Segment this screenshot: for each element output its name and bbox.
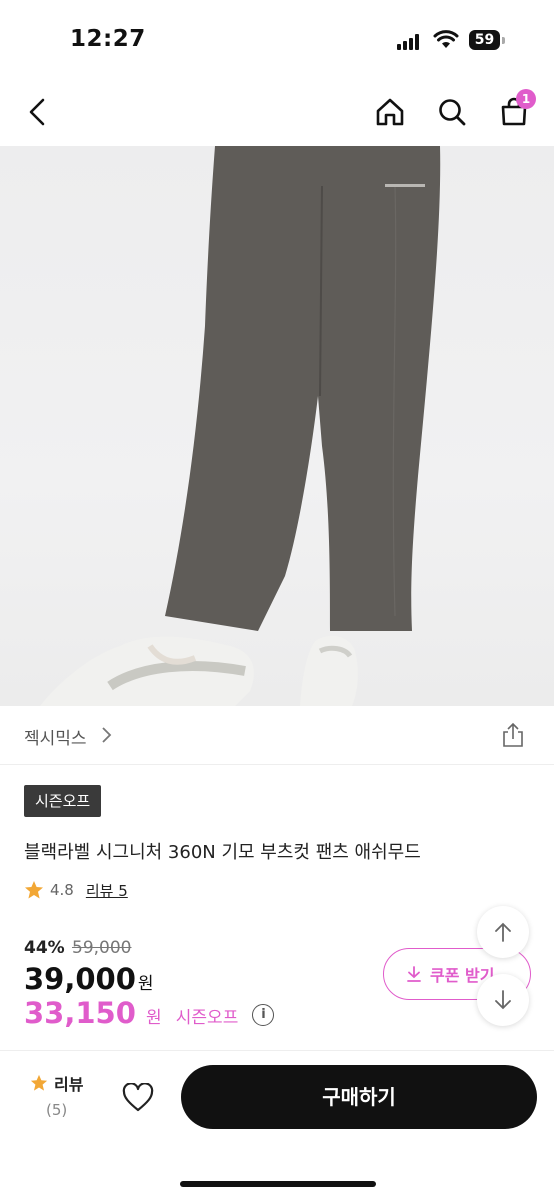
info-icon[interactable]: i (252, 1004, 275, 1026)
cellular-signal-icon (397, 34, 423, 50)
chevron-left-icon (29, 98, 45, 126)
cart-button[interactable]: 1 (494, 89, 536, 132)
sale-price-unit: 원 (146, 1008, 162, 1028)
download-icon (407, 966, 421, 982)
brand-row[interactable]: 젝시믹스 (0, 706, 554, 765)
price-unit: 원 (137, 974, 154, 994)
brand-name[interactable]: 젝시믹스 (24, 724, 87, 749)
status-bar: 12:27 59 (0, 0, 554, 80)
original-price: 59,000 (72, 938, 132, 958)
share-icon[interactable] (500, 722, 526, 748)
scroll-up-button[interactable] (477, 906, 529, 958)
star-icon (30, 1074, 48, 1091)
top-nav: 1 (0, 80, 554, 146)
heart-icon[interactable] (122, 1083, 154, 1113)
wifi-icon (433, 30, 459, 48)
price: 39,000 원 (24, 962, 154, 996)
cart-count-badge: 1 (516, 89, 536, 109)
product-title: 블랙라벨 시그니처 360N 기모 부츠컷 팬츠 애쉬무드 (24, 842, 421, 863)
product-image[interactable] (0, 146, 554, 706)
scroll-down-button[interactable] (477, 974, 529, 1026)
star-icon (25, 881, 43, 899)
review-summary-label: 리뷰 (54, 1075, 84, 1094)
sale-price: 33,150 원 시즌오프 i (24, 996, 275, 1030)
bottom-action-bar: 리뷰 (5) 구매하기 (0, 1050, 554, 1201)
arrow-down-icon (495, 990, 511, 1010)
battery-level: 59 (469, 30, 500, 50)
search-icon (439, 99, 466, 126)
rating-score: 4.8 (50, 881, 74, 899)
chevron-right-icon (102, 727, 112, 743)
product-photo (40, 146, 441, 706)
sale-label: 시즌오프 (175, 1008, 239, 1028)
status-time: 12:27 (70, 26, 146, 52)
rating-row: 4.8 리뷰 5 (24, 878, 128, 902)
search-button[interactable] (432, 92, 472, 132)
buy-button[interactable]: 구매하기 (181, 1065, 537, 1129)
home-indicator (180, 1181, 376, 1187)
price-value: 39,000 (24, 962, 136, 996)
arrow-up-icon (495, 922, 511, 942)
review-summary[interactable]: 리뷰 (30, 1071, 83, 1095)
back-button[interactable] (18, 92, 58, 132)
battery-icon: 59 (469, 30, 505, 52)
home-button[interactable] (370, 92, 410, 132)
season-off-badge: 시즌오프 (24, 785, 102, 817)
sale-price-value: 33,150 (24, 996, 136, 1030)
review-count: (5) (46, 1101, 68, 1119)
discount-rate: 44% (24, 938, 65, 958)
home-icon (376, 98, 404, 126)
review-link[interactable]: 리뷰 5 (86, 880, 128, 901)
